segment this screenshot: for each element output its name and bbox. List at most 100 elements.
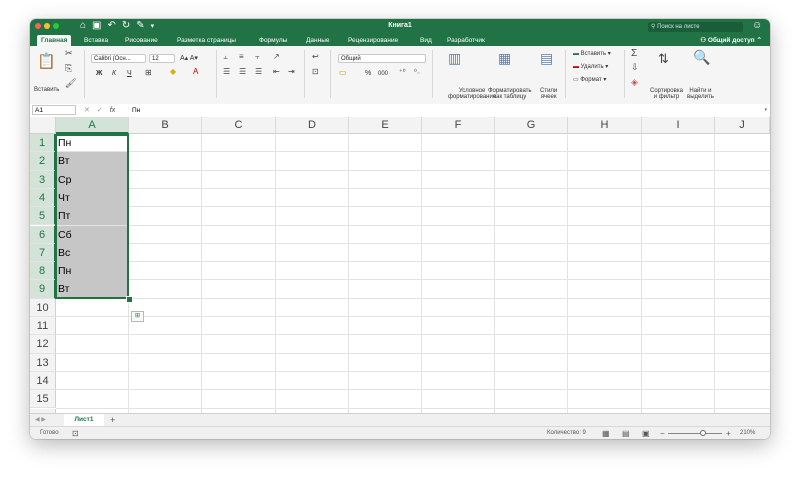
row-header-4[interactable]: 4 (30, 188, 56, 208)
column-header-g[interactable]: G (495, 117, 568, 134)
wrap-text-icon[interactable]: ↩ (312, 52, 319, 61)
column-header-f[interactable]: F (422, 117, 495, 134)
copy-icon[interactable]: ⎘ (65, 63, 72, 74)
format-painter-icon[interactable]: 🖌 (65, 78, 76, 89)
align-right-icon[interactable]: ☰ (255, 67, 262, 76)
zoom-out-button[interactable]: − (660, 427, 665, 439)
tab-formulas[interactable]: Формулы (259, 35, 287, 46)
tab-draw[interactable]: Рисование (125, 35, 158, 46)
name-box[interactable]: A1 (32, 105, 76, 115)
insert-cells-button[interactable]: ▬ Вставить ▾ (573, 50, 611, 57)
zoom-slider[interactable] (668, 433, 722, 434)
cell-a3[interactable]: Ср (56, 170, 129, 189)
zoom-level[interactable]: 210% (740, 427, 755, 439)
cell-a1[interactable]: Пн (56, 134, 129, 152)
worksheet-grid[interactable]: ABCDEFGHIJ12345678910111213141516ПнВтСрЧ… (30, 117, 770, 427)
column-header-h[interactable]: H (568, 117, 642, 134)
align-middle-icon[interactable]: ≡ (239, 52, 244, 61)
column-header-d[interactable]: D (276, 117, 349, 134)
cell-a4[interactable]: Чт (56, 188, 129, 208)
row-header-13[interactable]: 13 (30, 353, 56, 372)
normal-view-icon[interactable]: ▦ (602, 427, 610, 439)
row-header-3[interactable]: 3 (30, 170, 56, 189)
font-size-select[interactable]: 12 (149, 54, 175, 63)
column-header-j[interactable]: J (715, 117, 770, 134)
expand-formula-bar-icon[interactable]: ▾ (764, 104, 767, 117)
font-name-select[interactable]: Calibri (Осн... (91, 54, 146, 63)
align-top-icon[interactable]: ⫠ (223, 52, 228, 62)
increase-decimal-icon[interactable]: ⁺⁰ (399, 68, 406, 76)
borders-icon[interactable]: ⊞ (145, 68, 152, 77)
format-as-table-icon[interactable]: ▦ (498, 50, 511, 67)
cell-styles-label[interactable]: Стили ячеек (540, 88, 557, 100)
column-header-e[interactable]: E (349, 117, 422, 134)
underline-button[interactable]: Ч (127, 70, 132, 77)
zoom-in-button[interactable]: + (726, 427, 731, 439)
cell-a9[interactable]: Вт (56, 280, 129, 299)
cell-a8[interactable]: Пн (56, 262, 129, 281)
currency-icon[interactable]: ▭ (339, 68, 347, 77)
column-header-c[interactable]: C (202, 117, 276, 134)
fill-icon[interactable]: ⇩ (631, 62, 639, 73)
row-header-5[interactable]: 5 (30, 207, 56, 226)
font-color-icon[interactable]: A (193, 67, 198, 76)
merge-center-icon[interactable]: ⊡ (312, 67, 319, 76)
row-header-1[interactable]: 1 (30, 134, 56, 153)
find-select-label[interactable]: Найти и выделить (687, 88, 714, 100)
bold-button[interactable]: Ж (96, 70, 102, 77)
tab-data[interactable]: Данные (306, 35, 329, 46)
autosum-icon[interactable]: Σ (631, 48, 637, 59)
fill-handle[interactable] (126, 296, 133, 303)
percent-button[interactable]: % (365, 70, 371, 77)
feedback-icon[interactable]: ☺ (752, 20, 762, 31)
align-bottom-icon[interactable]: ⫟ (255, 52, 260, 62)
orientation-icon[interactable]: ↗ (273, 52, 280, 61)
row-header-12[interactable]: 12 (30, 335, 56, 354)
cut-icon[interactable]: ✂ (65, 48, 73, 59)
cell-a5[interactable]: Пт (56, 207, 129, 226)
format-as-table-label[interactable]: Форматировать как таблицу (488, 88, 532, 100)
page-layout-view-icon[interactable]: ▤ (622, 427, 630, 439)
macro-recording-icon[interactable]: ⊡ (72, 427, 79, 439)
row-header-9[interactable]: 9 (30, 280, 56, 299)
tab-view[interactable]: Вид (420, 35, 432, 46)
row-header-14[interactable]: 14 (30, 371, 56, 391)
tab-review[interactable]: Рецензирование (348, 35, 398, 46)
tab-page-layout[interactable]: Разметка страницы (177, 35, 236, 46)
find-select-icon[interactable]: 🔍 (693, 49, 710, 66)
search-sheet-input[interactable]: ⚲ Поиск на листе (648, 22, 743, 32)
row-header-2[interactable]: 2 (30, 152, 56, 171)
row-header-11[interactable]: 11 (30, 317, 56, 336)
tab-home[interactable]: Главная (37, 35, 72, 46)
italic-button[interactable]: К (112, 70, 116, 77)
format-cells-button[interactable]: ▭ Формат ▾ (573, 76, 606, 83)
cell-a7[interactable]: Вс (56, 243, 129, 263)
cancel-icon[interactable]: ✕ (84, 107, 90, 114)
clear-icon[interactable]: ◈ (631, 77, 638, 88)
clipboard-icon[interactable]: 📋 (37, 52, 56, 70)
decrease-indent-icon[interactable]: ⇤ (273, 67, 280, 76)
row-header-15[interactable]: 15 (30, 390, 56, 409)
decrease-decimal-icon[interactable]: ⁰₋ (414, 68, 421, 76)
sort-filter-label[interactable]: Сортировка и фильтр (650, 88, 683, 100)
align-center-icon[interactable]: ☰ (239, 67, 246, 76)
share-button[interactable]: ⚇ Общий доступ ⌃ (700, 35, 762, 46)
row-header-7[interactable]: 7 (30, 243, 56, 263)
paste-label[interactable]: Вставить (34, 87, 59, 93)
fill-color-icon[interactable]: ◆ (170, 67, 176, 76)
enter-icon[interactable]: ✓ (97, 107, 103, 114)
insert-function-icon[interactable]: fx (110, 107, 115, 114)
zoom-slider-thumb[interactable] (700, 430, 706, 436)
row-header-6[interactable]: 6 (30, 225, 56, 244)
row-header-8[interactable]: 8 (30, 262, 56, 281)
delete-cells-button[interactable]: ▬ Удалить ▾ (573, 63, 608, 70)
thousands-button[interactable]: 000 (378, 71, 388, 77)
row-header-10[interactable]: 10 (30, 298, 56, 317)
cell-a2[interactable]: Вт (56, 152, 129, 171)
increase-indent-icon[interactable]: ⇥ (288, 67, 295, 76)
sort-filter-icon[interactable]: ⇅ (658, 51, 669, 67)
tab-insert[interactable]: Вставка (84, 35, 108, 46)
select-all-corner[interactable] (30, 117, 56, 134)
column-header-b[interactable]: B (129, 117, 202, 134)
cell-styles-icon[interactable]: ▤ (540, 50, 553, 67)
